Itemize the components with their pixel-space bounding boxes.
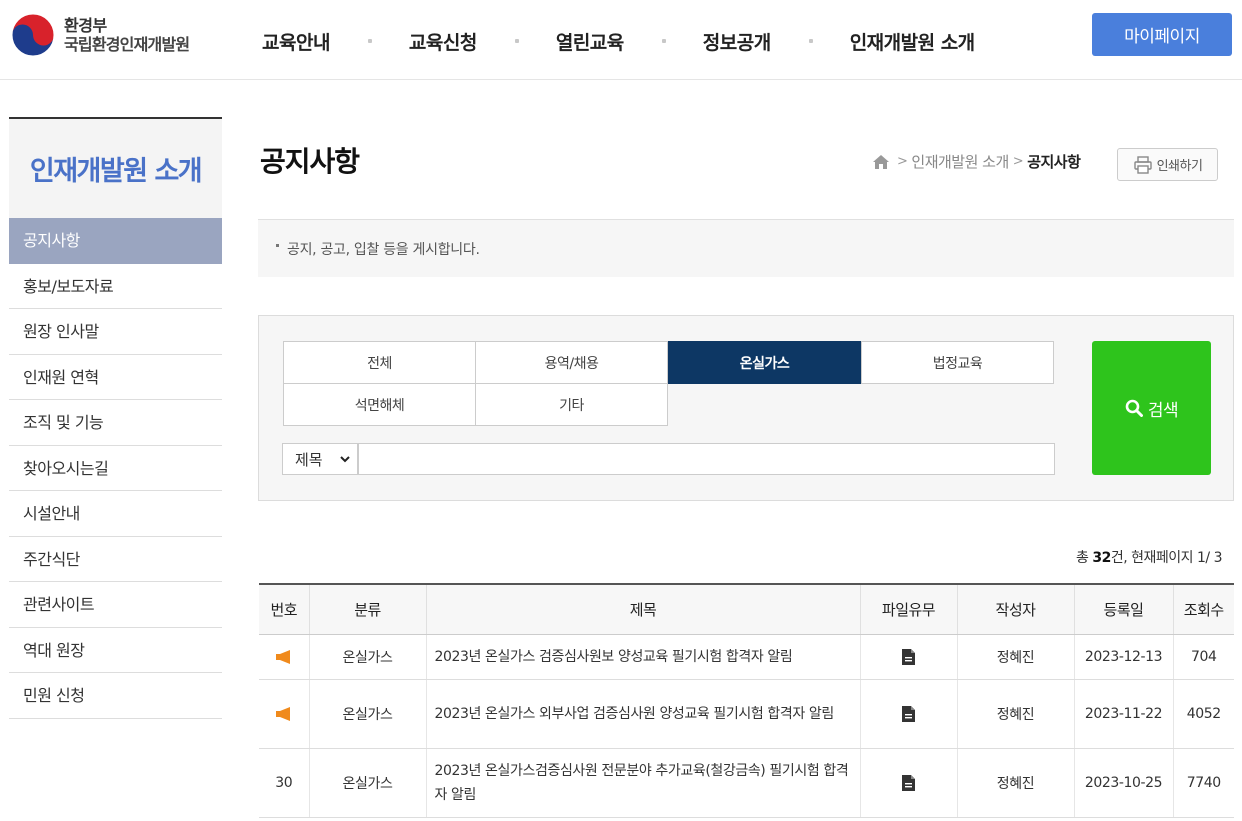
row-author: 정혜진	[957, 679, 1075, 749]
row-file-cell	[860, 748, 958, 818]
row-title-link[interactable]: 2023년 온실가스 검증심사원보 양성교육 필기시험 합격자 알림	[426, 634, 861, 680]
print-label: 인쇄하기	[1156, 159, 1203, 174]
row-number-cell	[259, 634, 310, 680]
mypage-button[interactable]: 마이페이지	[1092, 13, 1232, 56]
nav-divider	[661, 39, 666, 43]
table-row[interactable]: 30 온실가스 2023년 온실가스검증심사원 전문분야 추가교육(철강금속) …	[259, 748, 1234, 818]
row-category: 온실가스	[309, 679, 427, 749]
category-all[interactable]: 전체	[283, 341, 476, 384]
nav-item-education-apply[interactable]: 교육신청	[409, 28, 477, 55]
nav-divider	[808, 39, 813, 43]
row-file-cell	[860, 679, 958, 749]
category-service-recruit[interactable]: 용역/채용	[475, 341, 668, 384]
bullet	[276, 244, 279, 247]
logo-ministry: 환경부	[64, 16, 107, 35]
nav-divider	[514, 39, 519, 43]
document-icon[interactable]	[902, 774, 915, 791]
sidebar-item-related-sites[interactable]: 관련사이트	[9, 582, 222, 628]
table-header-row: 번호 분류 제목 파일유무 작성자 등록일 조회수	[259, 583, 1234, 635]
row-category: 온실가스	[309, 748, 427, 818]
row-title-link[interactable]: 2023년 온실가스검증심사원 전문분야 추가교육(철강금속) 필기시험 합격자…	[426, 748, 861, 818]
sidebar-item-organization[interactable]: 조직 및 기능	[9, 400, 222, 446]
col-header-file: 파일유무	[860, 583, 958, 635]
notice-table: 번호 분류 제목 파일유무 작성자 등록일 조회수 온실가스 2023년 온실가…	[259, 583, 1234, 818]
breadcrumb-parent[interactable]: 인재개발원 소개	[911, 151, 1009, 172]
row-title-link[interactable]: 2023년 온실가스 외부사업 검증심사원 양성교육 필기시험 합격자 알림	[426, 679, 861, 749]
row-number: 30	[259, 748, 310, 818]
row-date: 2023-12-13	[1074, 634, 1174, 680]
col-header-number: 번호	[259, 583, 310, 635]
chevron-down-icon	[340, 456, 350, 463]
breadcrumb-separator: >	[1012, 154, 1024, 169]
page-description-box: 공지, 공고, 입찰 등을 게시합니다.	[258, 219, 1234, 277]
col-header-views: 조회수	[1173, 583, 1234, 635]
sidebar-item-notice[interactable]: 공지사항	[9, 218, 222, 264]
nav-item-education-info[interactable]: 교육안내	[262, 28, 330, 55]
total-count-info: 총 32건, 현재페이지 1/ 3	[1076, 547, 1222, 567]
sidebar-item-civil-petition[interactable]: 민원 신청	[9, 673, 222, 719]
category-greenhouse-gas[interactable]: 온실가스	[668, 341, 861, 384]
row-category: 온실가스	[309, 634, 427, 680]
total-suffix: 건, 현재페이지 1/ 3	[1110, 550, 1223, 566]
sidebar-item-weekly-menu[interactable]: 주간식단	[9, 537, 222, 582]
table-row[interactable]: 온실가스 2023년 온실가스 검증심사원보 양성교육 필기시험 합격자 알림 …	[259, 634, 1234, 680]
site-header: 환경부 국립환경인재개발원 교육안내 교육신청 열린교육 정보공개 인재개발원 …	[0, 0, 1242, 80]
document-icon[interactable]	[902, 705, 915, 722]
site-logo[interactable]: 환경부 국립환경인재개발원	[10, 10, 230, 60]
category-legal-education[interactable]: 법정교육	[861, 341, 1054, 384]
nav-divider	[367, 39, 372, 43]
row-file-cell	[860, 634, 958, 680]
taegeuk-icon	[11, 13, 55, 57]
category-asbestos[interactable]: 석면해체	[283, 383, 476, 426]
logo-org: 국립환경인재개발원	[64, 35, 190, 54]
row-author: 정혜진	[957, 634, 1075, 680]
row-date: 2023-10-25	[1074, 748, 1174, 818]
main-nav: 교육안내 교육신청 열린교육 정보공개 인재개발원 소개	[262, 25, 975, 57]
col-header-date: 등록일	[1074, 583, 1174, 635]
home-icon[interactable]	[873, 154, 889, 169]
sidebar: 인재개발원 소개 공지사항 홍보/보도자료 원장 인사말 인재원 연혁 조직 및…	[9, 117, 222, 719]
col-header-author: 작성자	[957, 583, 1075, 635]
print-button[interactable]: 인쇄하기	[1117, 148, 1218, 181]
sidebar-item-directions[interactable]: 찾아오시는길	[9, 446, 222, 491]
search-input[interactable]	[358, 443, 1055, 475]
nav-item-about[interactable]: 인재개발원 소개	[850, 28, 975, 55]
row-number-cell	[259, 679, 310, 749]
nav-item-open-education[interactable]: 열린교육	[556, 28, 624, 55]
search-button[interactable]: 검색	[1092, 341, 1211, 475]
sidebar-item-history[interactable]: 인재원 연혁	[9, 355, 222, 400]
megaphone-icon	[275, 649, 290, 664]
sidebar-title: 인재개발원 소개	[9, 117, 222, 218]
sidebar-item-greeting[interactable]: 원장 인사말	[9, 309, 222, 355]
col-header-title: 제목	[426, 583, 861, 635]
printer-icon	[1133, 155, 1152, 174]
row-author: 정혜진	[957, 748, 1075, 818]
breadcrumb: > 인재개발원 소개 > 공지사항	[873, 151, 1081, 172]
nav-item-disclosure[interactable]: 정보공개	[703, 28, 771, 55]
total-count: 32	[1092, 550, 1111, 566]
row-views: 704	[1173, 634, 1234, 680]
total-prefix: 총	[1076, 550, 1093, 566]
sidebar-item-former-directors[interactable]: 역대 원장	[9, 628, 222, 673]
page-title: 공지사항	[260, 145, 360, 178]
row-date: 2023-11-22	[1074, 679, 1174, 749]
search-button-label: 검색	[1147, 400, 1179, 420]
table-row[interactable]: 온실가스 2023년 온실가스 외부사업 검증심사원 양성교육 필기시험 합격자…	[259, 679, 1234, 749]
category-other[interactable]: 기타	[475, 383, 668, 426]
megaphone-icon	[275, 706, 290, 721]
row-views: 7740	[1173, 748, 1234, 818]
search-field-select[interactable]: 제목	[282, 443, 358, 475]
search-field-value: 제목	[295, 450, 323, 469]
col-header-category: 분류	[309, 583, 427, 635]
search-area: 전체 용역/채용 온실가스 법정교육 석면해체 기타 제목 검색	[258, 315, 1234, 501]
magnifier-icon	[1125, 399, 1143, 417]
document-icon[interactable]	[902, 648, 915, 665]
page-description: 공지, 공고, 입찰 등을 게시합니다.	[287, 241, 480, 258]
breadcrumb-separator: >	[897, 154, 908, 169]
sidebar-item-press[interactable]: 홍보/보도자료	[9, 264, 222, 309]
breadcrumb-current: 공지사항	[1027, 153, 1081, 171]
sidebar-item-facilities[interactable]: 시설안내	[9, 491, 222, 537]
row-views: 4052	[1173, 679, 1234, 749]
